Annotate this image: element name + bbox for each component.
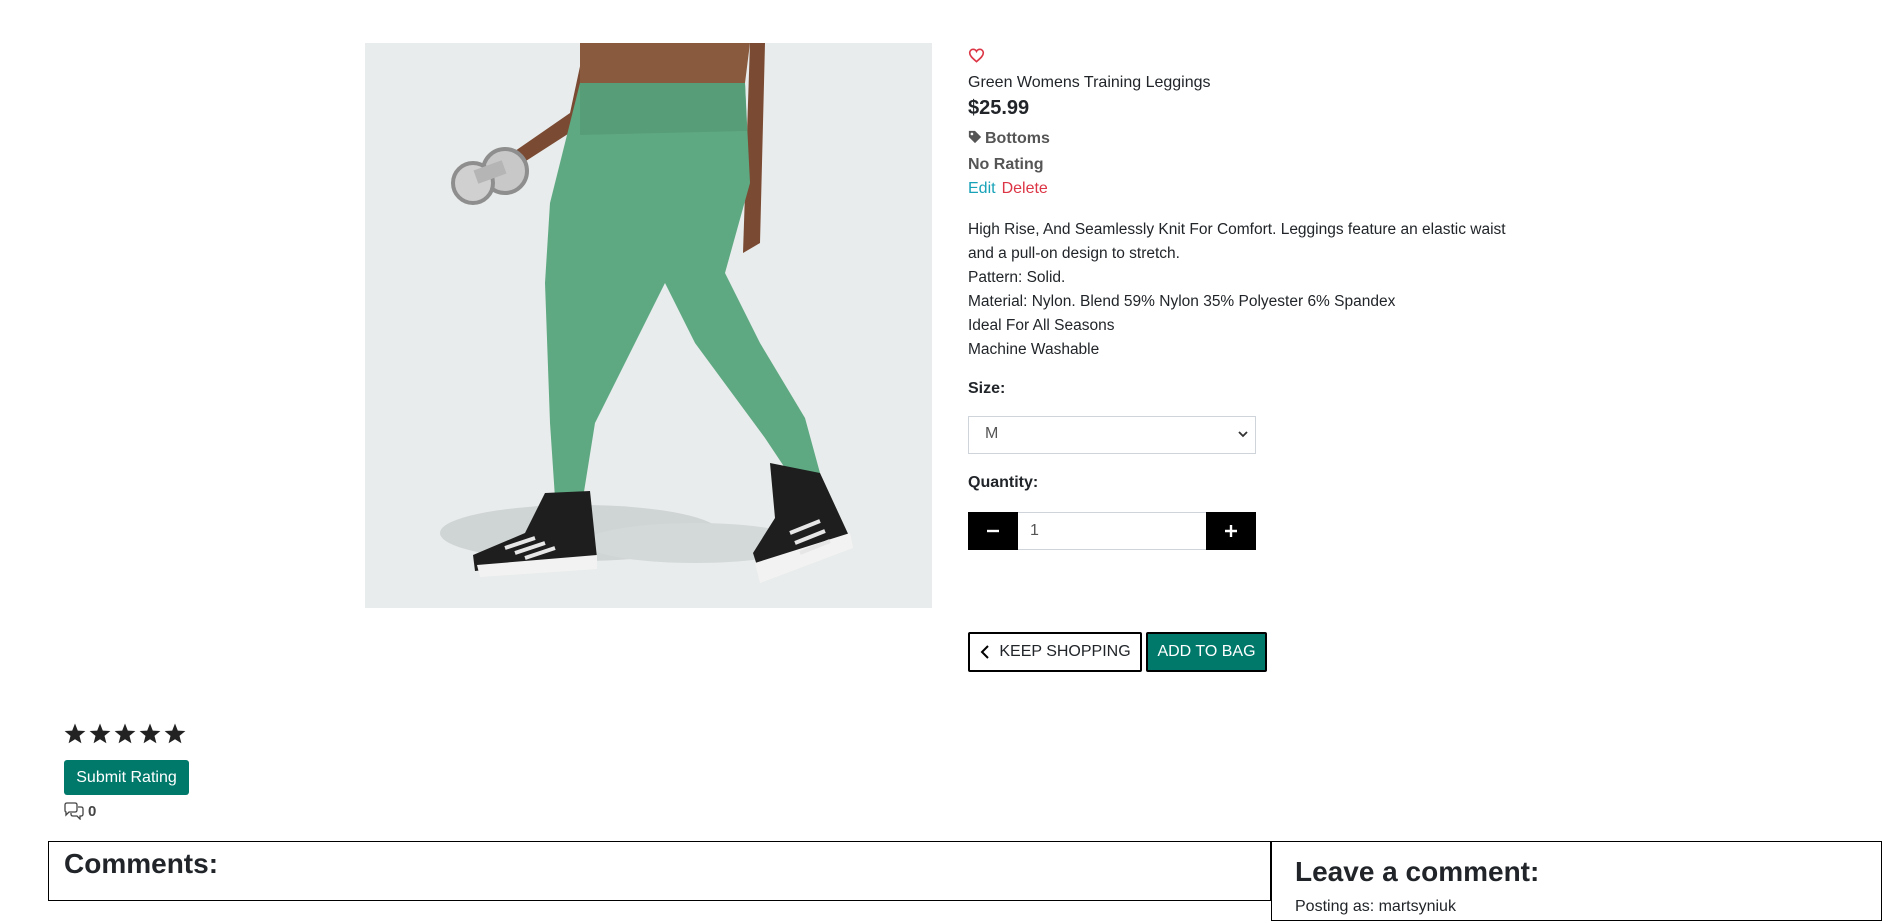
star-icon[interactable] xyxy=(113,722,137,746)
star-icon[interactable] xyxy=(88,722,112,746)
product-price: $25.99 xyxy=(968,97,1030,119)
description-line: Machine Washable xyxy=(968,341,1100,358)
delete-link[interactable]: Delete xyxy=(1002,180,1048,197)
size-selected-value: M xyxy=(985,425,999,442)
description-line: Ideal For All Seasons xyxy=(968,317,1115,334)
product-image xyxy=(365,43,932,608)
star-icon[interactable] xyxy=(63,722,87,746)
posting-as-text: Posting as: martsyniuk xyxy=(1295,898,1456,915)
decrease-quantity-button[interactable] xyxy=(968,512,1018,550)
edit-link[interactable]: Edit xyxy=(968,180,996,197)
description-line: High Rise, And Seamlessly Knit For Comfo… xyxy=(968,221,1506,238)
product-description: High Rise, And Seamlessly Knit For Comfo… xyxy=(968,218,1528,362)
star-rating xyxy=(63,722,187,752)
quantity-input[interactable]: 1 xyxy=(1018,512,1206,550)
plus-icon xyxy=(1225,525,1237,537)
product-name: Green Womens Training Leggings xyxy=(968,74,1211,91)
admin-links: Edit Delete xyxy=(968,180,1048,198)
leave-comment-title: Leave a comment: xyxy=(1295,856,1540,887)
keep-shopping-button[interactable]: KEEP SHOPPING xyxy=(968,632,1142,672)
submit-rating-button[interactable]: Submit Rating xyxy=(64,760,189,795)
comments-title: Comments: xyxy=(64,848,219,879)
description-line: Material: Nylon. Blend 59% Nylon 35% Pol… xyxy=(968,293,1396,310)
comments-section: Comments: xyxy=(48,841,1271,901)
star-icon[interactable] xyxy=(138,722,162,746)
comment-count-value: 0 xyxy=(88,802,97,820)
category-label: Bottoms xyxy=(985,130,1050,147)
chat-bubbles-icon xyxy=(64,802,84,820)
size-label: Size: xyxy=(968,380,1006,397)
heart-icon[interactable] xyxy=(968,48,985,63)
description-line: Pattern: Solid. xyxy=(968,269,1066,286)
size-select[interactable]: M xyxy=(968,416,1256,454)
leave-comment-section: Leave a comment: Posting as: martsyniuk xyxy=(1271,841,1882,921)
star-icon[interactable] xyxy=(163,722,187,746)
add-to-bag-button[interactable]: ADD TO BAG xyxy=(1146,632,1267,672)
increase-quantity-button[interactable] xyxy=(1206,512,1256,550)
quantity-stepper: 1 xyxy=(968,512,1256,550)
minus-icon xyxy=(987,529,999,533)
chevron-down-icon xyxy=(1238,431,1248,438)
tag-icon xyxy=(968,130,982,144)
chevron-left-icon xyxy=(980,645,990,659)
leggings-photo xyxy=(365,43,932,608)
quantity-label: Quantity: xyxy=(968,474,1039,491)
product-category[interactable]: Bottoms xyxy=(968,130,1050,148)
keep-shopping-label: KEEP SHOPPING xyxy=(999,643,1131,660)
product-rating: No Rating xyxy=(968,156,1044,173)
comment-count: 0 xyxy=(63,802,96,820)
description-line: and a pull-on design to stretch. xyxy=(968,245,1180,262)
